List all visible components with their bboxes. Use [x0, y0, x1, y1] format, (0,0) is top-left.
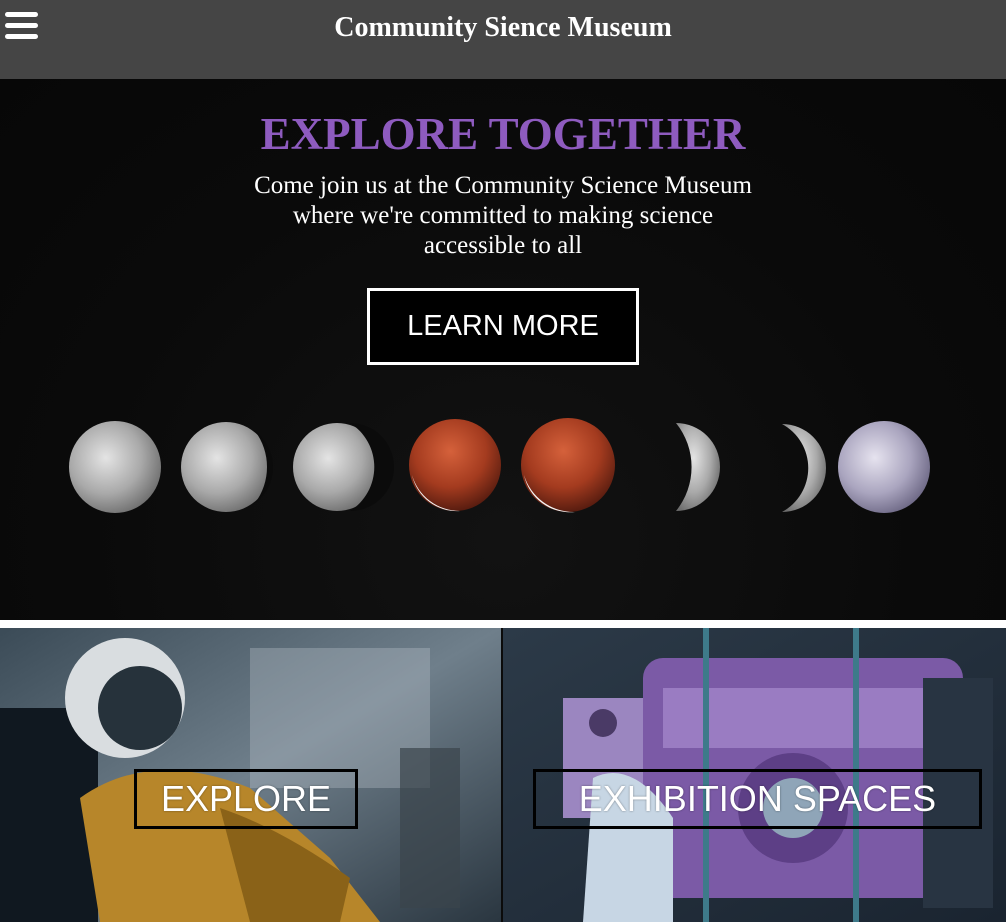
- hero-title: EXPLORE TOGETHER: [260, 109, 746, 159]
- moon-phase-4: [409, 419, 501, 512]
- moon-phase-3: [293, 423, 394, 511]
- explore-panel[interactable]: EXPLORE: [0, 628, 501, 922]
- moon-phase-2: [181, 422, 273, 512]
- moon-phase-1: [69, 421, 161, 513]
- exhibition-spaces-button[interactable]: EXHIBITION SPACES: [533, 769, 982, 829]
- section-divider: [0, 620, 1006, 628]
- learn-more-button[interactable]: LEARN MORE: [367, 288, 639, 365]
- lunar-eclipse-image: [69, 418, 930, 513]
- site-title: Community Sience Museum: [334, 12, 672, 43]
- moon-phase-6: [676, 423, 720, 511]
- moon-phase-7: [782, 424, 826, 512]
- hero-section: EXPLORE TOGETHER Come join us at the Com…: [0, 79, 1006, 620]
- hero-description: Come join us at the Community Science Mu…: [254, 172, 752, 259]
- top-header: Community Sience Museum: [0, 0, 1006, 79]
- explore-button[interactable]: EXPLORE: [134, 769, 358, 829]
- moon-phase-8: [838, 421, 930, 513]
- moon-phase-5: [521, 418, 615, 513]
- exhibition-spaces-panel[interactable]: EXHIBITION SPACES: [503, 628, 1006, 922]
